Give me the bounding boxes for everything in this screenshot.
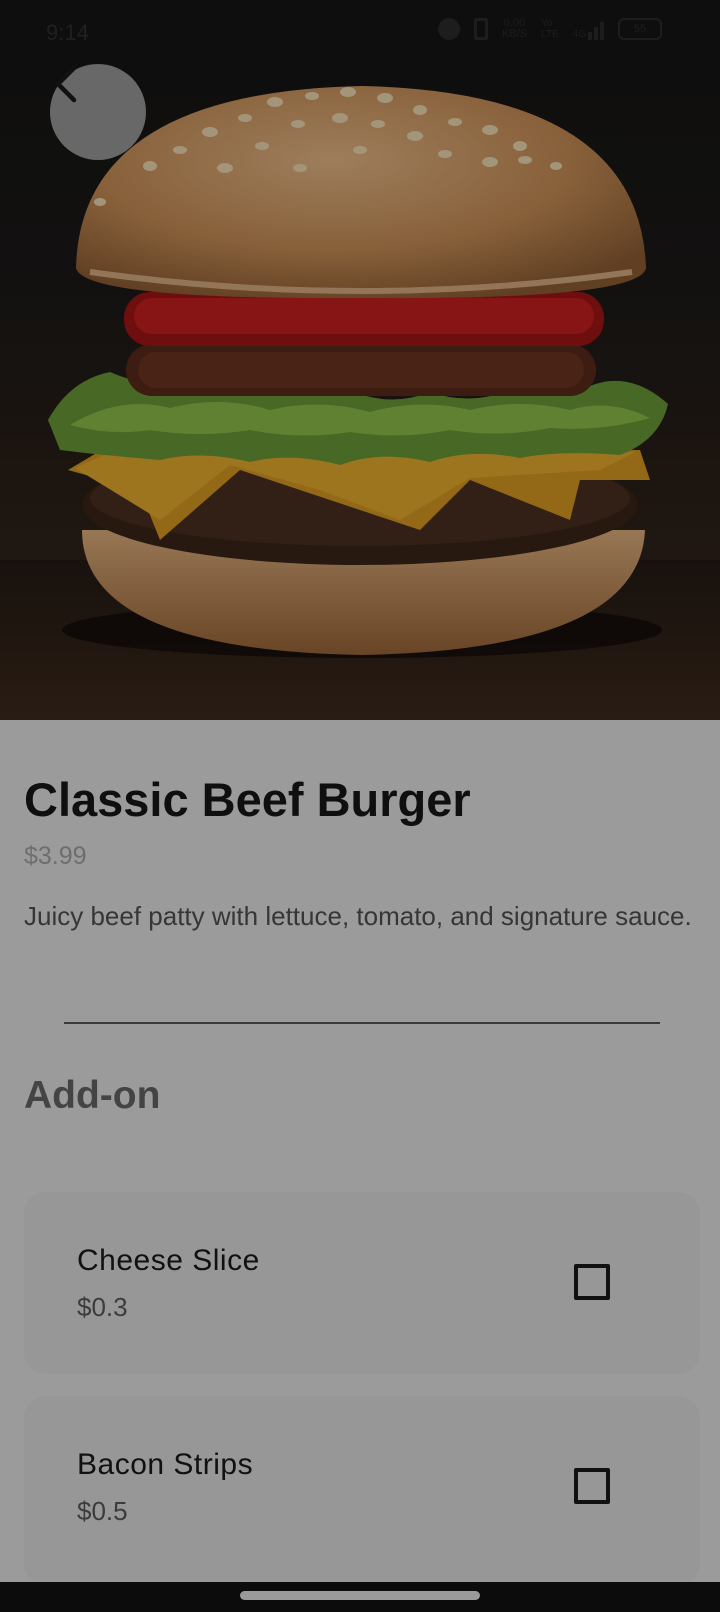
volte-top: Yo [541, 18, 553, 29]
addon-item-bacon-strips[interactable]: Bacon Strips $0.5 [24, 1396, 700, 1586]
addon-heading: Add-on [24, 1074, 161, 1117]
addon-price: $0.5 [77, 1496, 128, 1526]
status-time: 9:14 [46, 20, 89, 45]
alarm-icon [437, 18, 460, 40]
battery-icon: 55 [618, 18, 662, 40]
network-type: 4G [572, 29, 586, 40]
product-title: Classic Beef Burger [24, 773, 471, 826]
network-speed: 0.00 KB/S [502, 18, 527, 40]
product-details: Classic Beef Burger $3.99 Juicy beef pat… [0, 720, 720, 1586]
addon-name: Bacon Strips [77, 1448, 254, 1481]
signal-icon: 4G [573, 18, 604, 40]
product-price: $3.99 [24, 842, 87, 870]
speed-unit: KB/S [501, 28, 528, 40]
addon-name: Cheese Slice [77, 1244, 260, 1277]
status-bar: 9:14 0.00 KB/S Yo LTE 4G 55 [0, 0, 720, 64]
product-description: Juicy beef patty with lettuce, tomato, a… [24, 901, 692, 931]
divider [64, 1022, 660, 1024]
chevron-left-icon [55, 65, 77, 103]
vibrate-icon [473, 18, 488, 40]
addon-checkbox[interactable] [574, 1264, 610, 1300]
product-image: 9:14 0.00 KB/S Yo LTE 4G 55 [0, 0, 720, 720]
back-button[interactable] [50, 64, 146, 160]
addon-price: $0.3 [77, 1292, 128, 1322]
volte-bottom: LTE [541, 29, 559, 40]
volte-icon: Yo LTE [541, 18, 559, 40]
status-icons: 0.00 KB/S Yo LTE 4G 55 [437, 18, 662, 40]
addon-item-cheese-slice[interactable]: Cheese Slice $0.3 [24, 1192, 700, 1374]
addon-checkbox[interactable] [574, 1468, 610, 1504]
home-indicator[interactable] [240, 1591, 480, 1600]
